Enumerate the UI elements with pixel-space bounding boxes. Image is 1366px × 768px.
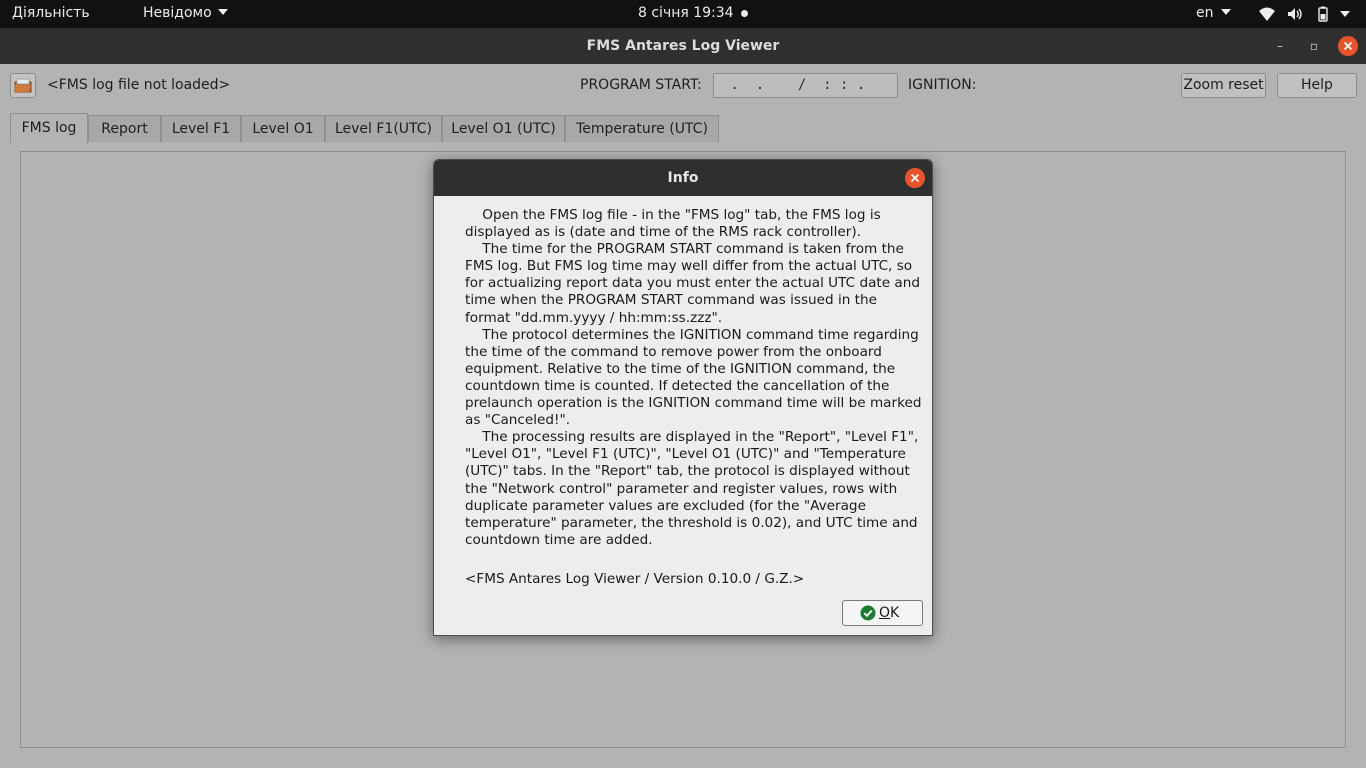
tab-temperature-utc[interactable]: Temperature (UTC): [565, 115, 719, 142]
program-start-input[interactable]: . . / : : .: [713, 73, 898, 98]
dialog-paragraph: The processing results are displayed in …: [465, 429, 919, 548]
tab-level-f1[interactable]: Level F1: [161, 115, 241, 142]
info-dialog: Info Open the FMS log file - in the "FMS…: [433, 159, 933, 636]
dialog-paragraph: The time for the PROGRAM START command i…: [465, 241, 920, 326]
dialog-paragraph: Open the FMS log file - in the "FMS log"…: [465, 207, 881, 241]
language-selector[interactable]: en: [1196, 5, 1231, 21]
minimize-icon[interactable]: –: [1271, 37, 1289, 55]
window-title: FMS Antares Log Viewer: [586, 38, 780, 54]
volume-icon[interactable]: [1286, 5, 1304, 23]
version-label: <FMS Antares Log Viewer / Version 0.10.0…: [465, 571, 805, 587]
zoom-reset-button[interactable]: Zoom reset: [1181, 73, 1266, 98]
notification-dot-icon: [741, 10, 748, 17]
file-status-label: <FMS log file not loaded>: [47, 77, 231, 93]
clock[interactable]: 8 січня 19:34: [638, 5, 734, 21]
battery-icon[interactable]: [1314, 5, 1332, 23]
dialog-title-bar: Info: [434, 160, 932, 196]
dialog-message: Open the FMS log file - in the "FMS log"…: [465, 207, 925, 549]
tab-level-o1-utc[interactable]: Level O1 (UTC): [442, 115, 565, 142]
activities-button[interactable]: Діяльність: [12, 5, 90, 21]
app-menu-label: Невідомо: [143, 5, 212, 21]
system-top-bar: Діяльність Невідомо 8 січня 19:34 en: [0, 0, 1366, 28]
window-title-bar: FMS Antares Log Viewer – ▫: [0, 28, 1366, 64]
ignition-label: IGNITION:: [908, 77, 977, 93]
program-start-label: PROGRAM START:: [580, 77, 702, 93]
chevron-down-icon: [1220, 9, 1231, 15]
ok-button[interactable]: OK: [842, 600, 923, 626]
tab-fms-log[interactable]: FMS log: [10, 113, 88, 143]
chevron-down-icon: [217, 9, 228, 15]
app-menu[interactable]: Невідомо: [143, 5, 228, 21]
tab-level-o1[interactable]: Level O1: [241, 115, 325, 142]
ok-label: OK: [879, 605, 900, 621]
folder-open-icon: [14, 78, 32, 93]
chevron-down-icon[interactable]: [1340, 11, 1350, 17]
close-icon[interactable]: [905, 168, 925, 188]
close-icon[interactable]: [1338, 36, 1358, 56]
check-circle-icon: [860, 605, 876, 621]
maximize-icon[interactable]: ▫: [1305, 37, 1323, 55]
dialog-title: Info: [667, 170, 699, 186]
tab-report[interactable]: Report: [88, 115, 161, 142]
dialog-paragraph: The protocol determines the IGNITION com…: [465, 326, 922, 429]
help-button[interactable]: Help: [1277, 73, 1357, 98]
language-label: en: [1196, 5, 1214, 21]
tab-level-f1-utc[interactable]: Level F1(UTC): [325, 115, 442, 142]
open-file-button[interactable]: [10, 73, 36, 98]
wifi-icon[interactable]: [1258, 5, 1276, 23]
